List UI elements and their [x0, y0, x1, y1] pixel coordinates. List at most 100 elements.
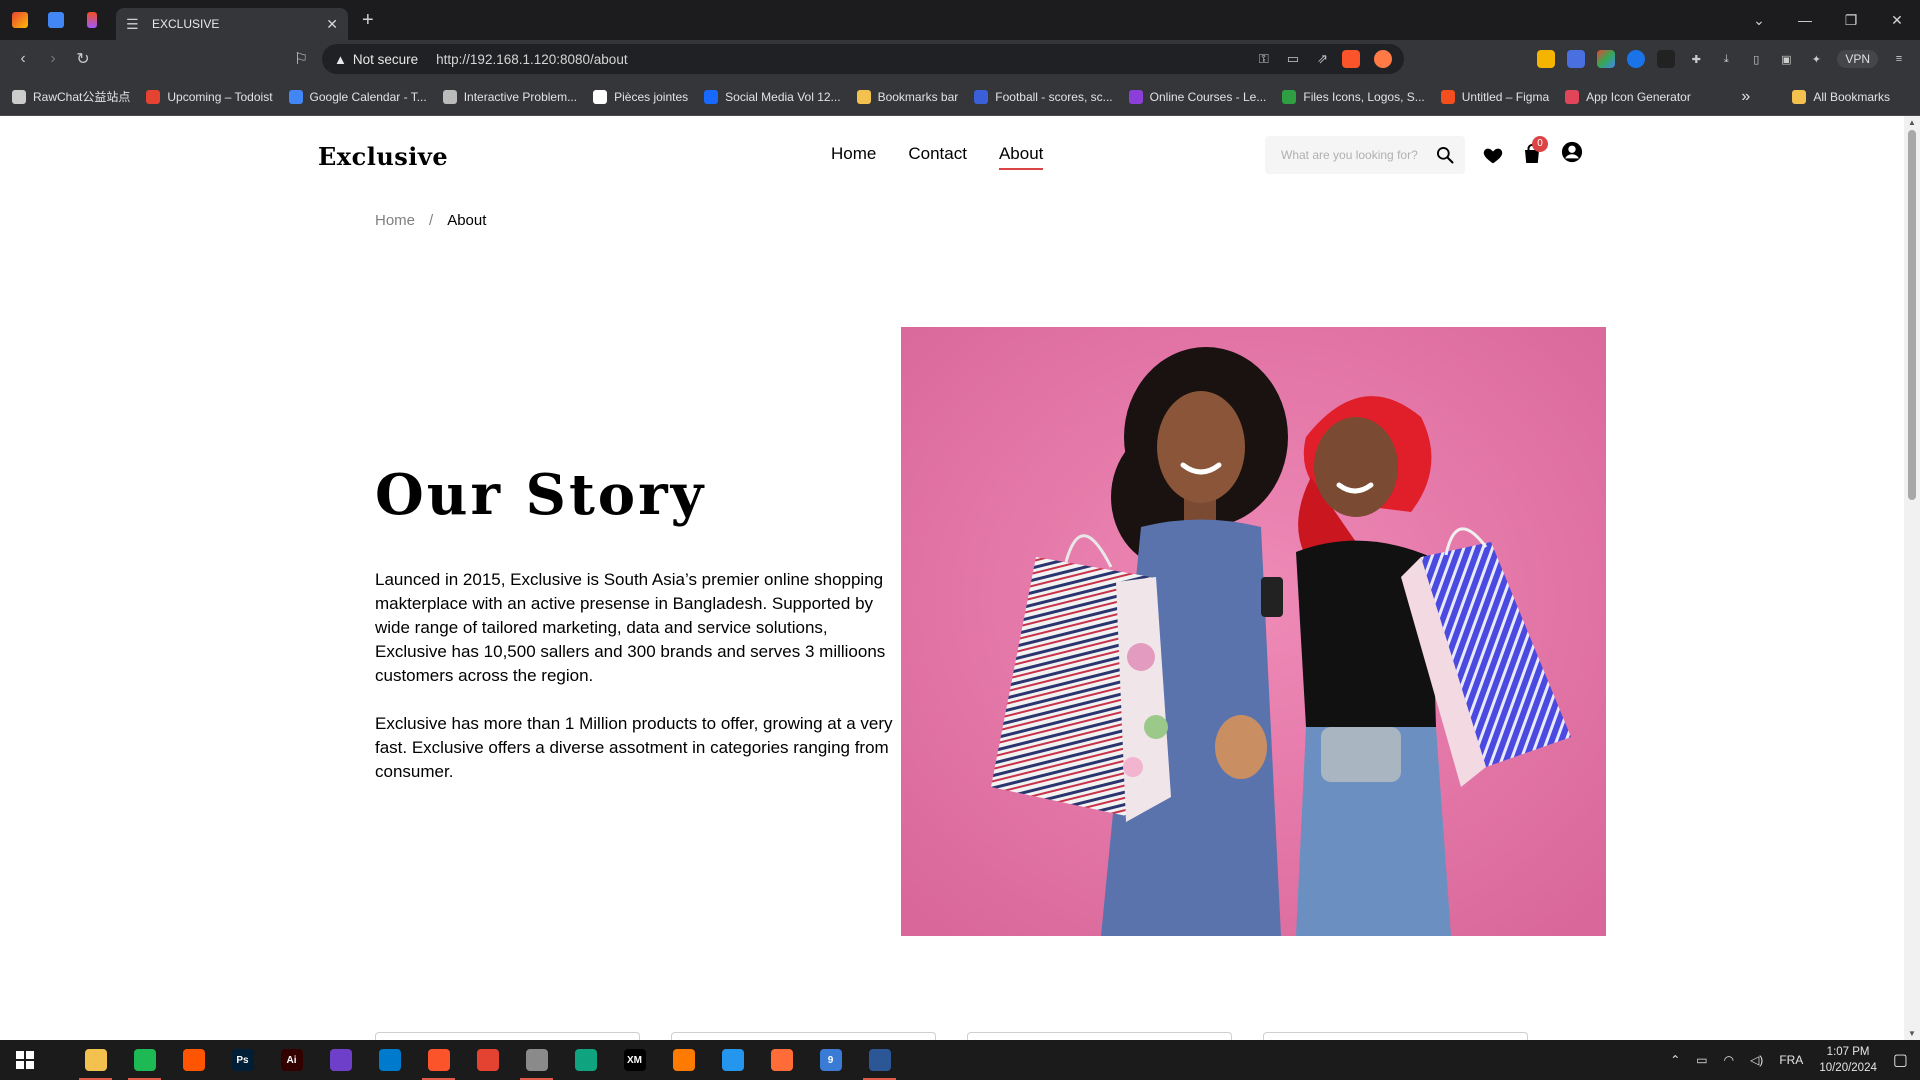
start-button[interactable] [0, 1040, 49, 1080]
bookmark-item[interactable]: Google Calendar - T... [288, 89, 427, 104]
bookmark-item[interactable]: Social Media Vol 12... [704, 89, 841, 104]
brave-shields-icon[interactable] [1342, 50, 1360, 68]
leo-ai-icon[interactable]: ✦ [1807, 50, 1825, 68]
url-text[interactable]: http://192.168.1.120:8080/about [436, 52, 1241, 67]
bookmark-favicon-icon [1565, 89, 1580, 104]
calendar-icon [48, 12, 64, 28]
taskbar-app-powershell[interactable] [855, 1040, 904, 1080]
extension-5-icon[interactable] [1657, 50, 1676, 68]
all-bookmarks-folder[interactable]: All Bookmarks [1792, 90, 1890, 104]
security-status[interactable]: Not secure [353, 52, 418, 67]
taskbar-app-todoist[interactable] [463, 1040, 512, 1080]
bookmark-item[interactable]: Football - scores, sc... [974, 89, 1113, 104]
tab-exclusive[interactable]: ☰ EXCLUSIVE ✕ [116, 8, 348, 40]
brave-rewards-icon[interactable] [1374, 50, 1392, 68]
browser-toolbar: ‹ › ↻ ⚐ ▲ Not secure http://192.168.1.12… [0, 40, 1920, 78]
bookmark-favicon-icon [1282, 89, 1297, 104]
sidebar-icon[interactable]: ▯ [1747, 50, 1765, 68]
volume-icon[interactable]: ◁) [1750, 1053, 1763, 1067]
language-indicator[interactable]: FRA [1779, 1053, 1803, 1067]
gmail-icon [12, 12, 28, 28]
taskbar-app-xm[interactable]: XM [610, 1040, 659, 1080]
taskbar-app-app-15[interactable]: 9 [806, 1040, 855, 1080]
bookmark-item[interactable]: RawChat公益站点 [12, 88, 130, 105]
app-15-icon: 9 [819, 1049, 842, 1071]
new-tab-button[interactable]: + [362, 9, 374, 32]
address-bar[interactable]: ▲ Not secure http://192.168.1.120:8080/a… [322, 44, 1404, 74]
taskbar-app-spotify[interactable] [120, 1040, 169, 1080]
minimize-button[interactable]: — [1782, 0, 1828, 40]
xm-icon: XM [623, 1049, 646, 1071]
vscode-icon [378, 1049, 401, 1071]
account-icon[interactable] [1561, 141, 1583, 163]
password-key-icon[interactable]: ⚿ [1259, 51, 1269, 67]
todoist-icon [476, 1049, 499, 1071]
wishlist-heart-icon[interactable] [1482, 144, 1504, 166]
page-scrollbar[interactable]: ▲ ▼ [1904, 116, 1920, 1040]
bookmark-item[interactable]: Pièces jointes [593, 89, 688, 104]
site-logo[interactable]: Exclusive [318, 142, 448, 171]
battery-icon[interactable]: ▭ [1696, 1053, 1707, 1067]
download-icon[interactable]: ⤓ [1717, 50, 1735, 68]
taskbar-app-app-12[interactable] [659, 1040, 708, 1080]
bookmark-page-icon[interactable]: ⚐ [286, 44, 316, 74]
bookmark-label: Upcoming – Todoist [167, 89, 273, 104]
close-window-button[interactable]: ✕ [1874, 0, 1920, 40]
bookmark-item[interactable]: Files Icons, Logos, S... [1282, 89, 1425, 104]
notifications-icon[interactable]: ▢ [1893, 1050, 1908, 1070]
search-icon[interactable] [1435, 145, 1455, 165]
bookmark-item[interactable]: Untitled – Figma [1440, 89, 1549, 104]
nav-home[interactable]: Home [831, 144, 876, 170]
close-tab-icon[interactable]: ✕ [326, 16, 338, 33]
taskbar-app-docker[interactable] [708, 1040, 757, 1080]
forward-button[interactable]: › [38, 44, 68, 74]
search-input[interactable] [1281, 148, 1431, 162]
puzzle-icon[interactable]: ✚ [1687, 50, 1705, 68]
taskbar-app-vscode[interactable] [365, 1040, 414, 1080]
scroll-up-icon[interactable]: ▲ [1908, 118, 1916, 127]
color-picker-icon[interactable] [1597, 50, 1616, 68]
card-icon[interactable]: ▭ [1287, 51, 1299, 67]
pinned-tab-figma[interactable] [76, 5, 108, 35]
bookmark-item[interactable]: Bookmarks bar [856, 89, 958, 104]
wifi-icon[interactable]: ◠ [1724, 1053, 1734, 1067]
extension-1-icon[interactable] [1537, 50, 1556, 68]
taskbar-app-chatgpt[interactable] [561, 1040, 610, 1080]
taskbar-app-illustrator[interactable]: Ai [267, 1040, 316, 1080]
tab-search-icon[interactable]: ⌄ [1736, 0, 1782, 40]
breadcrumb-home[interactable]: Home [375, 212, 415, 229]
taskbar-app-soundcloud[interactable] [169, 1040, 218, 1080]
back-button[interactable]: ‹ [8, 44, 38, 74]
taskbar-app-brave[interactable] [414, 1040, 463, 1080]
vpn-button[interactable]: VPN [1837, 50, 1878, 68]
github-icon [329, 1049, 352, 1071]
taskbar-app-github[interactable] [316, 1040, 365, 1080]
taskbar-app-app-8[interactable] [512, 1040, 561, 1080]
photoshop-icon: Ps [231, 1049, 254, 1071]
share-icon[interactable]: ⇗ [1317, 51, 1328, 67]
tray-overflow-icon[interactable]: ⌃ [1670, 1053, 1680, 1067]
menu-icon[interactable]: ≡ [1890, 50, 1908, 68]
scrollbar-thumb[interactable] [1908, 130, 1916, 500]
taskbar-app-postman[interactable] [757, 1040, 806, 1080]
bookmark-item[interactable]: Online Courses - Le... [1128, 89, 1266, 104]
extension-4-icon[interactable] [1627, 50, 1646, 68]
reload-button[interactable]: ↻ [68, 44, 98, 74]
bookmark-item[interactable]: Interactive Problem... [442, 89, 577, 104]
nav-about[interactable]: About [998, 144, 1044, 170]
nav-contact[interactable]: Contact [908, 144, 967, 170]
taskbar-apps: Ps Ai XM 9 [71, 1040, 904, 1080]
scroll-down-icon[interactable]: ▼ [1908, 1029, 1916, 1038]
pinned-tab-gmail[interactable] [4, 5, 36, 35]
pinned-tab-calendar[interactable] [40, 5, 72, 35]
taskbar-app-photoshop[interactable]: Ps [218, 1040, 267, 1080]
bookmark-item[interactable]: App Icon Generator [1565, 89, 1691, 104]
shopping-women-illustration [901, 327, 1606, 936]
wallet-icon[interactable]: ▣ [1777, 50, 1795, 68]
bookmark-item[interactable]: Upcoming – Todoist [146, 89, 273, 104]
taskbar-app-file-explorer[interactable] [71, 1040, 120, 1080]
clock[interactable]: 1:07 PM 10/20/2024 [1819, 1044, 1877, 1076]
restore-button[interactable]: ❐ [1828, 0, 1874, 40]
more-bookmarks-chevron-icon[interactable]: » [1741, 88, 1750, 106]
translate-icon[interactable] [1567, 50, 1586, 68]
